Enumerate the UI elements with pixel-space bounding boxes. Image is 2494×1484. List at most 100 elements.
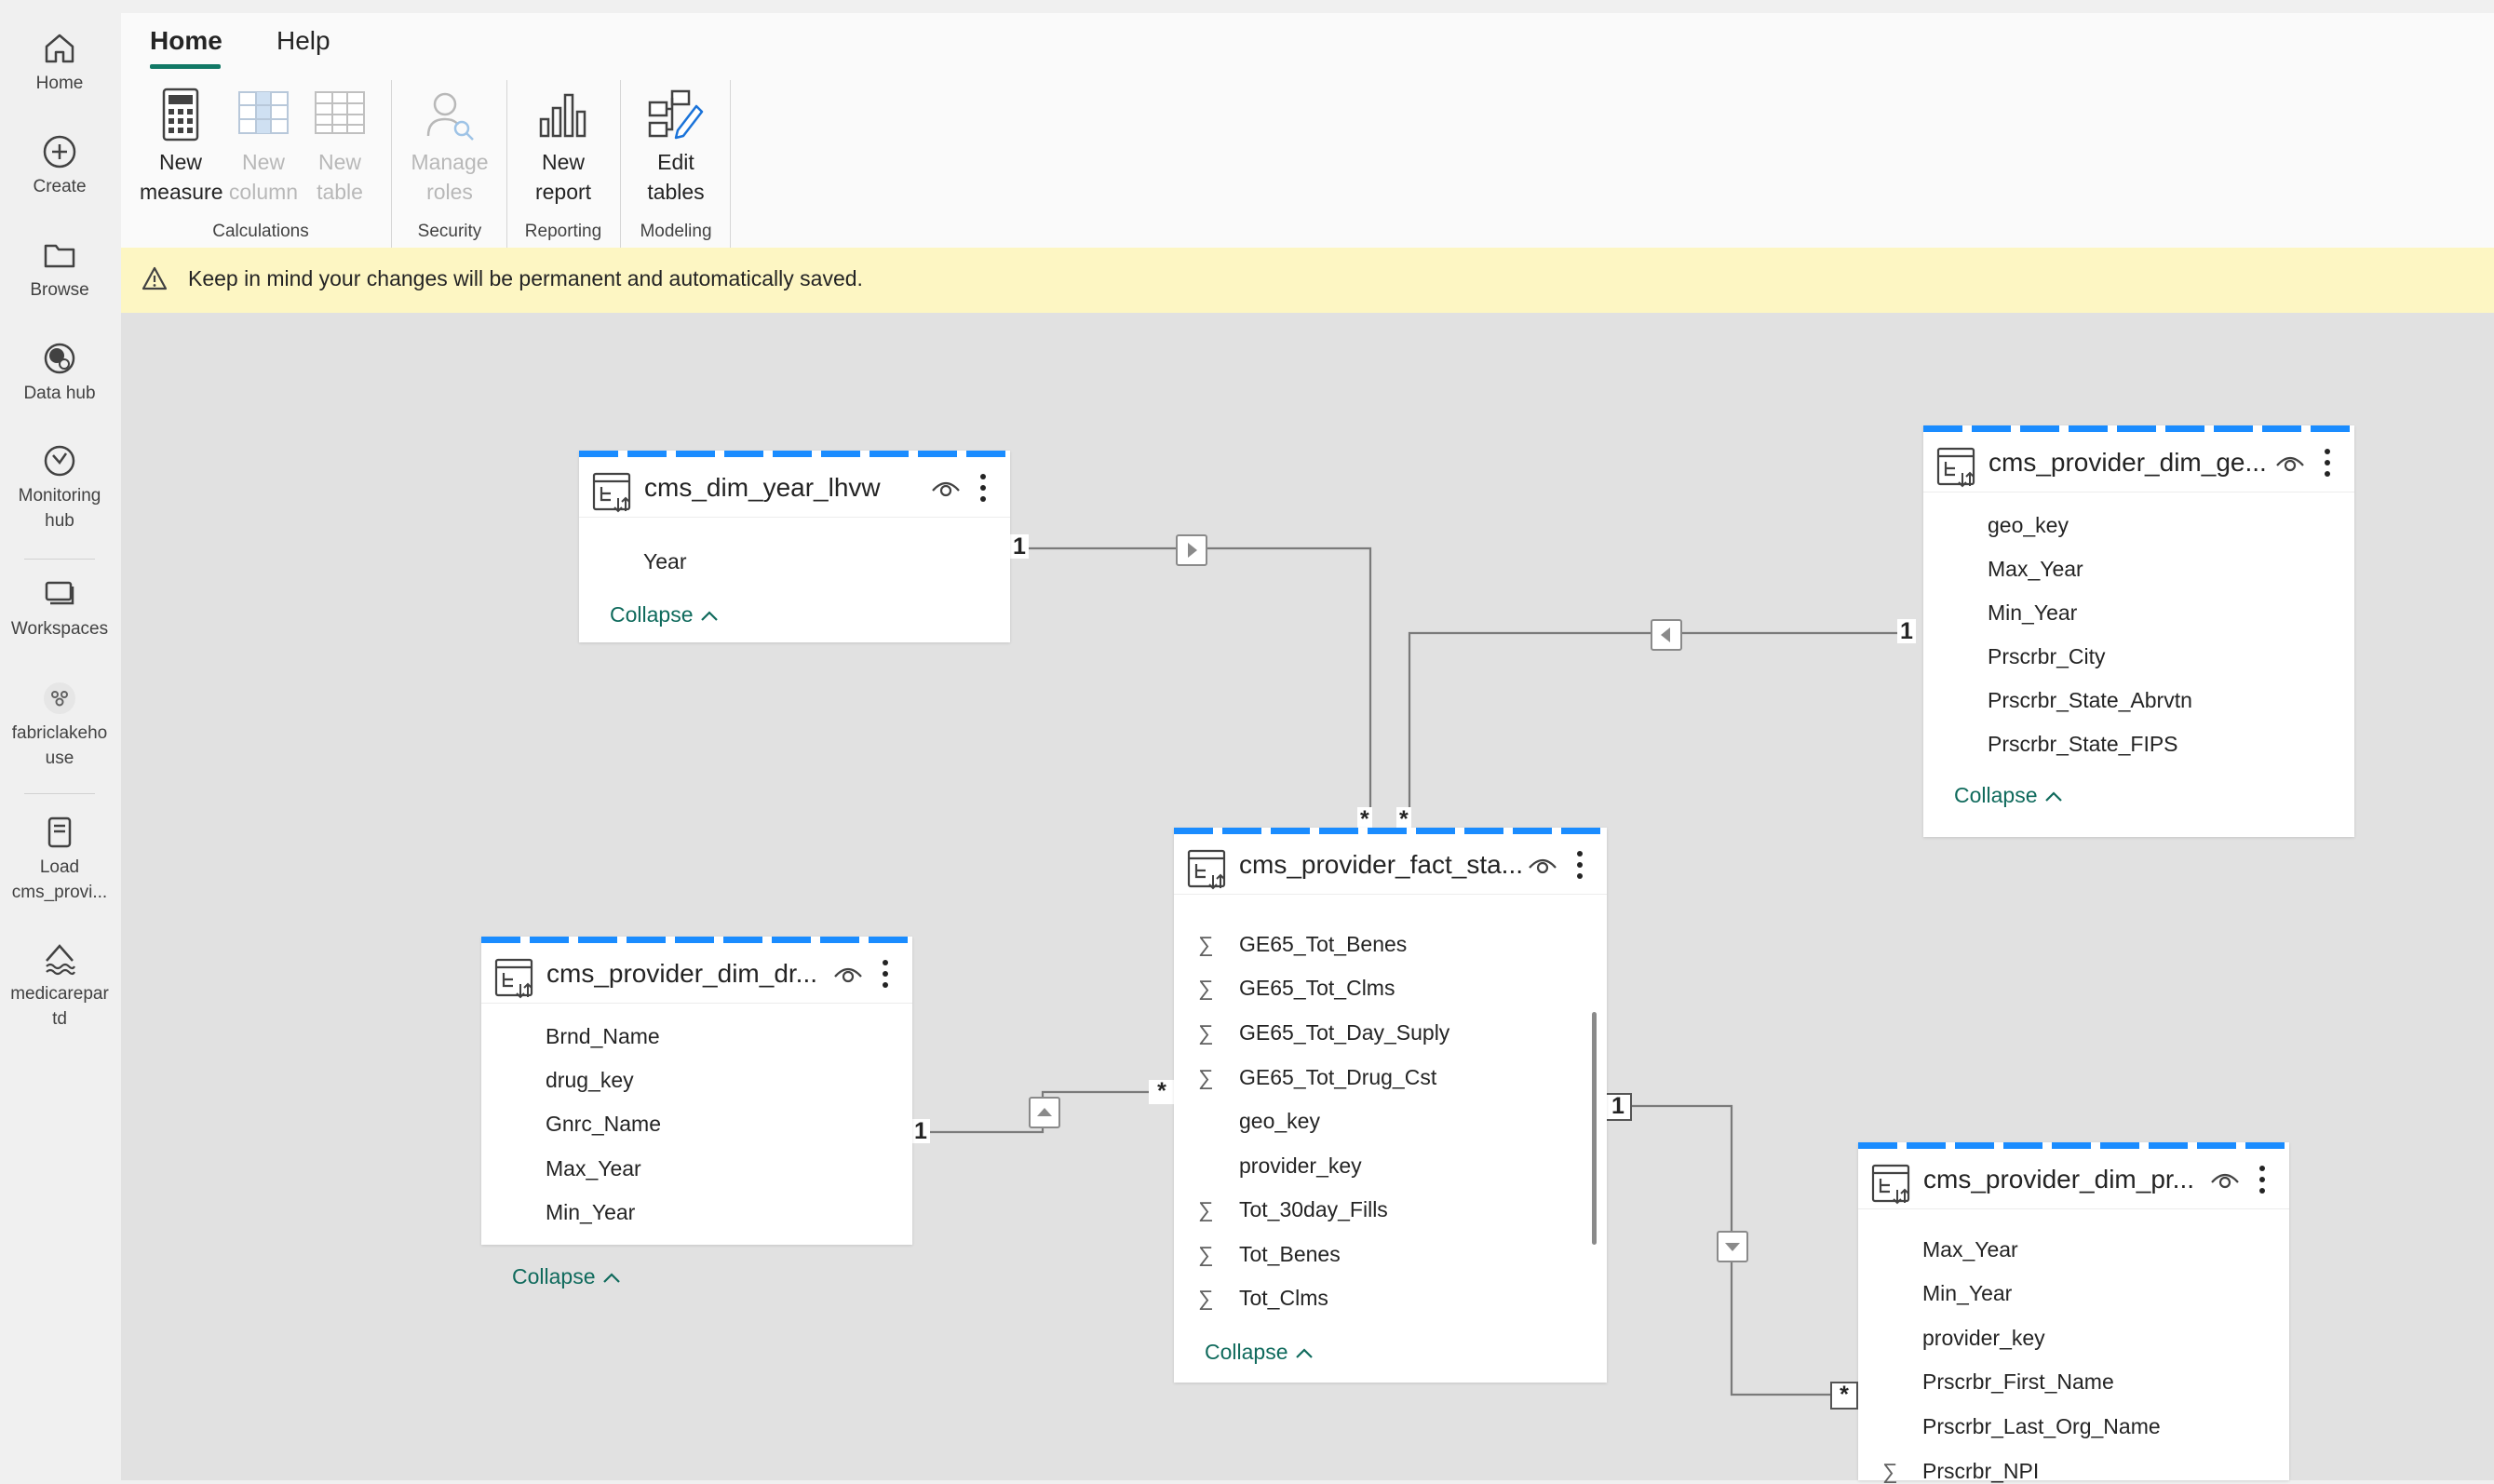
field-row[interactable]: Prscrbr_State_Abrvtn: [1988, 688, 2192, 713]
field-row[interactable]: Max_Year: [546, 1156, 641, 1181]
nav-data-hub-label: Data hub: [23, 384, 96, 403]
scrollbar-thumb[interactable]: [1592, 1012, 1597, 1245]
more-options-icon[interactable]: [880, 958, 891, 990]
nav-load-notebook[interactable]: Load cms_provi...: [0, 814, 119, 905]
group-separator: [730, 80, 731, 248]
collapse-button[interactable]: Collapse: [1954, 783, 2064, 808]
edit-tables-button[interactable]: Edit tables: [635, 88, 717, 207]
table-card-drug[interactable]: cms_provider_dim_dr... Brnd_Name drug_ke…: [481, 937, 912, 1245]
field-row[interactable]: Min_Year: [546, 1200, 635, 1225]
field-row[interactable]: Tot_30day_Fills: [1239, 1197, 1388, 1222]
new-measure-button[interactable]: New measure: [140, 88, 222, 207]
visibility-eye-icon[interactable]: [931, 478, 961, 498]
table-icon: [1187, 849, 1226, 890]
filter-direction-up-icon[interactable]: [1029, 1097, 1060, 1128]
new-report-button[interactable]: New report: [522, 88, 604, 207]
field-row[interactable]: Prscrbr_City: [1988, 644, 2106, 669]
field-row[interactable]: Prscrbr_State_FIPS: [1988, 732, 2178, 757]
calculator-icon: [162, 88, 199, 142]
field-row[interactable]: provider_key: [1239, 1153, 1362, 1179]
field-row[interactable]: geo_key: [1988, 513, 2069, 538]
table-header: cms_provider_dim_pr...: [1858, 1149, 2289, 1209]
nav-create[interactable]: Create: [0, 133, 119, 199]
field-row[interactable]: Max_Year: [1922, 1237, 2018, 1262]
table-card-year[interactable]: cms_dim_year_lhvw Year Collapse: [579, 451, 1010, 642]
field-row[interactable]: GE65_Tot_Day_Suply: [1239, 1020, 1449, 1046]
nav-create-label: Create: [33, 177, 87, 196]
tab-help[interactable]: Help: [276, 26, 330, 56]
field-row[interactable]: GE65_Tot_Clms: [1239, 976, 1395, 1001]
group-separator: [391, 80, 392, 248]
new-measure-label-2: measure: [140, 180, 223, 204]
collapse-button[interactable]: Collapse: [1205, 1340, 1314, 1365]
manage-roles-button[interactable]: Manage roles: [409, 88, 491, 207]
more-options-icon[interactable]: [2322, 447, 2333, 479]
field-row[interactable]: Prscrbr_First_Name: [1922, 1369, 2114, 1395]
nav-data-hub[interactable]: Data hub: [0, 340, 119, 406]
field-row[interactable]: Brnd_Name: [546, 1024, 660, 1049]
field-row[interactable]: GE65_Tot_Drug_Cst: [1239, 1065, 1436, 1090]
table-stripe: [481, 937, 912, 943]
nav-monitoring-hub[interactable]: Monitoring hub: [0, 442, 119, 533]
field-row[interactable]: drug_key: [546, 1068, 634, 1093]
field-row[interactable]: provider_key: [1922, 1326, 2045, 1351]
nav-workspaces-label: Workspaces: [10, 619, 109, 639]
field-row[interactable]: Tot_Clms: [1239, 1286, 1328, 1311]
group-security: Security: [417, 222, 482, 241]
cardinality-many-drug: *: [1149, 1080, 1175, 1104]
table-stripe: [1858, 1142, 2289, 1149]
field-row[interactable]: Tot_Benes: [1239, 1242, 1341, 1267]
tab-home[interactable]: Home: [150, 26, 222, 56]
nav-workspace-fabriclakehouse[interactable]: fabriclakeho use: [0, 680, 119, 771]
field-row[interactable]: GE65_Tot_Benes: [1239, 932, 1407, 957]
notebook-icon: [47, 816, 72, 848]
filter-direction-down-icon[interactable]: [1717, 1231, 1748, 1262]
group-separator: [506, 80, 507, 248]
nav-home[interactable]: Home: [0, 30, 119, 96]
bar-chart-icon: [539, 93, 586, 138]
field-row[interactable]: Year: [643, 549, 686, 574]
cardinality-one-provider: 1: [1604, 1093, 1632, 1121]
visibility-eye-icon[interactable]: [833, 964, 863, 984]
more-options-icon[interactable]: [977, 472, 989, 504]
visibility-eye-icon[interactable]: [1528, 855, 1557, 875]
group-reporting: Reporting: [524, 222, 602, 241]
table-card-geo[interactable]: cms_provider_dim_ge... geo_key Max_Year …: [1923, 425, 2354, 837]
visibility-eye-icon[interactable]: [2210, 1169, 2240, 1190]
table-icon: [494, 958, 533, 999]
field-row[interactable]: Gnrc_Name: [546, 1112, 661, 1137]
field-row[interactable]: geo_key: [1239, 1109, 1320, 1134]
nav-browse[interactable]: Browse: [0, 236, 119, 303]
monitoring-icon: [44, 445, 75, 477]
new-table-button[interactable]: New table: [299, 88, 381, 207]
table-icon: [1936, 447, 1975, 488]
table-stripe: [1923, 425, 2354, 432]
field-row[interactable]: Min_Year: [1988, 600, 2077, 626]
collapse-button-drug[interactable]: Collapse: [512, 1264, 622, 1289]
field-row[interactable]: Min_Year: [1922, 1281, 2012, 1306]
more-options-icon[interactable]: [2257, 1164, 2268, 1195]
nav-divider-2: [24, 793, 95, 794]
edit-tables-icon: [648, 89, 704, 140]
permanent-changes-banner: Keep in mind your changes will be perman…: [121, 248, 2494, 313]
edit-tables-label-1: Edit: [657, 150, 694, 174]
nav-load-label-1: Load: [39, 857, 80, 877]
collapse-button[interactable]: Collapse: [610, 602, 720, 627]
manage-roles-icon: [426, 92, 474, 141]
nav-workspaces[interactable]: Workspaces: [0, 575, 119, 641]
table-card-fact-stat[interactable]: cms_provider_fact_sta... ∑ GE65_Tot_Bene…: [1174, 828, 1607, 1383]
field-row[interactable]: Prscrbr_Last_Org_Name: [1922, 1414, 2161, 1439]
nav-lakehouse-medicarepartd[interactable]: medicarepar td: [0, 940, 119, 1032]
field-row[interactable]: Max_Year: [1988, 557, 2083, 582]
table-card-provider[interactable]: cms_provider_dim_pr... Max_Year Min_Year…: [1858, 1142, 2289, 1483]
chevron-up-icon: [1295, 1348, 1313, 1358]
collapse-label: Collapse: [1205, 1340, 1288, 1364]
more-options-icon[interactable]: [1574, 849, 1585, 881]
filter-direction-right-icon[interactable]: [1176, 534, 1207, 566]
new-column-label-1: New: [241, 150, 285, 174]
filter-direction-left-icon[interactable]: [1651, 619, 1682, 651]
new-column-button[interactable]: New column: [222, 88, 304, 207]
visibility-eye-icon[interactable]: [2275, 452, 2305, 473]
nav-divider: [24, 559, 95, 560]
new-table-label-1: New: [317, 150, 361, 174]
